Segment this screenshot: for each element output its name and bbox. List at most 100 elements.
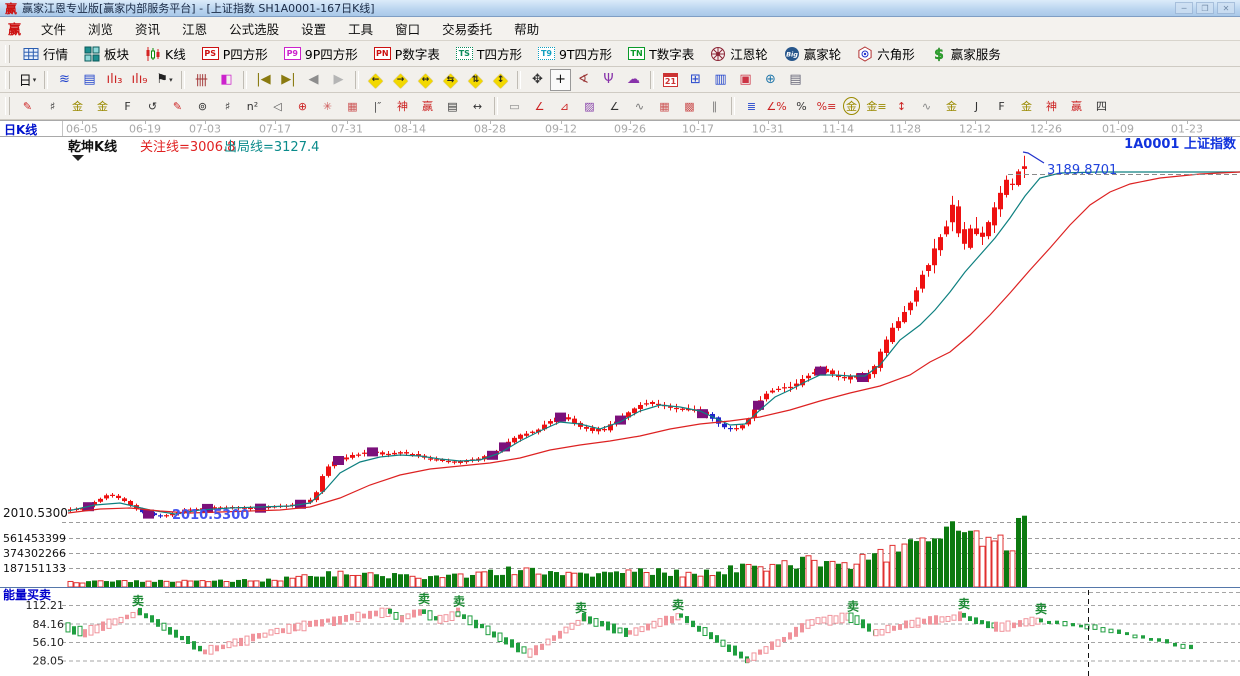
gann-fan-grid-tool[interactable]: ▨ xyxy=(577,95,602,117)
gold-angle-tool[interactable]: 金 xyxy=(1014,95,1039,117)
hexagon-button[interactable]: 六角形 xyxy=(849,42,923,66)
shen-angle-tool[interactable]: 神 xyxy=(1039,95,1064,117)
first-page-button[interactable]: |◀ xyxy=(251,69,276,91)
chart-canvas[interactable]: 06-05 06-19 07-03 07-17 07-31 08-14 08-28 09-12… xyxy=(0,120,1240,676)
winner-wheel-button[interactable]: Big 赢家轮 xyxy=(776,42,850,66)
expand-v-button[interactable]: ◆ ↕ xyxy=(488,70,513,90)
toolbar2-handle[interactable] xyxy=(5,70,10,89)
print-button[interactable]: ▤ xyxy=(783,69,808,91)
notepad-button[interactable]: ▥ xyxy=(708,69,733,91)
calculator-button[interactable]: ⊞ xyxy=(683,69,708,91)
fib-ruler-tool[interactable]: F xyxy=(115,95,140,117)
percent-tool[interactable]: % xyxy=(789,95,814,117)
menu-item-4[interactable]: 公式选股 xyxy=(218,17,290,40)
gann-grid-tool[interactable]: ▦ xyxy=(652,95,677,117)
bars9-tool[interactable]: ılı₉ xyxy=(127,69,152,91)
net-grid-tool[interactable]: ≋ xyxy=(52,69,77,91)
next-page-button[interactable]: ▶ xyxy=(326,69,351,91)
crosshair-tool[interactable]: + xyxy=(550,68,571,91)
gold-ruler-tool[interactable]: 金 xyxy=(65,95,90,117)
prev-page-button[interactable]: ◀ xyxy=(301,69,326,91)
menu-item-1[interactable]: 浏览 xyxy=(77,17,124,40)
parallel-lines-tool[interactable]: ∥ xyxy=(702,95,727,117)
bars3-tool[interactable]: ılı₃ xyxy=(102,69,127,91)
menu-item-3[interactable]: 江恩 xyxy=(171,17,218,40)
gold-wave-tool[interactable]: 金 xyxy=(939,95,964,117)
pan-right-button[interactable]: ◆ → xyxy=(388,70,413,90)
scale-comb-tool[interactable]: ♯ xyxy=(40,95,65,117)
gold-lines-tool[interactable]: 金≡ xyxy=(864,95,889,117)
f-angle-tool[interactable]: F xyxy=(989,95,1014,117)
calendar-button[interactable]: 21 xyxy=(658,69,683,91)
web-star-tool[interactable]: ✳ xyxy=(315,95,340,117)
nine-p-square-button[interactable]: P9 9P四方形 xyxy=(276,42,366,66)
cycle-ruler-tool[interactable]: ⊚ xyxy=(190,95,215,117)
angle-measure-tool[interactable]: ∢ xyxy=(571,69,596,91)
hand-pan-tool[interactable]: ✥ xyxy=(525,69,550,91)
menu-item-6[interactable]: 工具 xyxy=(337,17,384,40)
sectors-button[interactable]: 板块 xyxy=(76,42,137,66)
menu-item-7[interactable]: 窗口 xyxy=(384,17,431,40)
span-arrow-tool[interactable]: ↔ xyxy=(465,95,490,117)
p-square-button[interactable]: PS P四方形 xyxy=(194,42,276,66)
weave-chart-tool[interactable]: 卌 xyxy=(189,69,214,91)
percent-lines-tool[interactable]: %≡ xyxy=(814,95,839,117)
t-number-button[interactable]: TN T数字表 xyxy=(620,42,702,66)
toolbar1-handle[interactable] xyxy=(5,44,10,63)
menu-item-8[interactable]: 交易委托 xyxy=(431,17,503,40)
p-number-button[interactable]: PN P数字表 xyxy=(366,42,448,66)
si-angle-tool[interactable]: 四 xyxy=(1089,95,1114,117)
shen-ruler-tool[interactable]: 神 xyxy=(390,95,415,117)
menu-item-2[interactable]: 资讯 xyxy=(124,17,171,40)
toolbar3-handle[interactable] xyxy=(5,97,10,115)
last-page-button[interactable]: ▶| xyxy=(276,69,301,91)
maximize-button[interactable]: ❐ xyxy=(1196,2,1214,14)
box-select-tool[interactable]: ▭ xyxy=(502,95,527,117)
wave-overlay-tool[interactable]: ∿ xyxy=(914,95,939,117)
winner-service-button[interactable]: $ 赢家服务 xyxy=(923,42,1009,66)
save-button[interactable]: ▣ xyxy=(733,69,758,91)
shrink-h-button[interactable]: ◆ ⇆ xyxy=(438,70,463,90)
j-angle-tool[interactable]: J xyxy=(964,95,989,117)
nine-t-square-button[interactable]: T9 9T四方形 xyxy=(530,42,620,66)
expand-h-button[interactable]: ◆ ↔ xyxy=(413,70,438,90)
minimize-button[interactable]: ─ xyxy=(1175,2,1193,14)
period-selector[interactable]: 日 ▾ xyxy=(15,69,40,91)
number-ruler-tool[interactable]: ▤ xyxy=(440,95,465,117)
kline-button[interactable]: K线 xyxy=(137,42,194,66)
comb-tool[interactable]: ♯ xyxy=(215,95,240,117)
profile-chart-tool[interactable]: ◧ xyxy=(214,69,239,91)
pen-ruler-tool[interactable]: ✎ xyxy=(165,95,190,117)
pan-left-button[interactable]: ◆ ← xyxy=(363,70,388,90)
percent-fan-tool[interactable]: ∠% xyxy=(764,95,789,117)
menu-item-5[interactable]: 设置 xyxy=(290,17,337,40)
updown-pencil-tool[interactable]: ↕ xyxy=(889,95,914,117)
t-square-button[interactable]: TS T四方形 xyxy=(448,42,530,66)
flag-marker-tool[interactable]: ⚑ ▾ xyxy=(152,69,177,91)
trend-fan-tool[interactable]: ∠ xyxy=(602,95,627,117)
target-circle-tool[interactable]: ⊕ xyxy=(290,95,315,117)
web-export-button[interactable]: ⊕ xyxy=(758,69,783,91)
angle-ruler-tool[interactable]: ◁ xyxy=(265,95,290,117)
gann-fan-tool[interactable]: ∠ xyxy=(527,95,552,117)
zigzag-tool[interactable]: ∿ xyxy=(627,95,652,117)
gold-circle-tool[interactable]: 金 xyxy=(839,95,864,117)
knife-tool[interactable]: ✎ xyxy=(15,95,40,117)
ying-angle-tool[interactable]: 赢 xyxy=(1064,95,1089,117)
spiral-ruler-tool[interactable]: ↺ xyxy=(140,95,165,117)
list-panel-tool[interactable]: ≣ xyxy=(739,95,764,117)
cloud-tool[interactable]: ☁ xyxy=(621,69,646,91)
gold-ruler2-tool[interactable]: 金 xyxy=(90,95,115,117)
ying-ruler-tool[interactable]: 赢 xyxy=(415,95,440,117)
gann-fan-box-tool[interactable]: ⊿ xyxy=(552,95,577,117)
menu-item-0[interactable]: 文件 xyxy=(30,17,77,40)
gann-hat-tool[interactable]: Ψ xyxy=(596,69,621,91)
shrink-v-button[interactable]: ◆ ⇅ xyxy=(463,70,488,90)
memo-tool[interactable]: ▤ xyxy=(77,69,102,91)
quotes-button[interactable]: 行情 xyxy=(15,42,76,66)
gann-wheel-button[interactable]: 江恩轮 xyxy=(702,42,776,66)
n2-ruler-tool[interactable]: n² xyxy=(240,95,265,117)
tick-mark-tool[interactable]: |″ xyxy=(365,95,390,117)
web-grid-tool[interactable]: ▦ xyxy=(340,95,365,117)
gann-grid2-tool[interactable]: ▩ xyxy=(677,95,702,117)
